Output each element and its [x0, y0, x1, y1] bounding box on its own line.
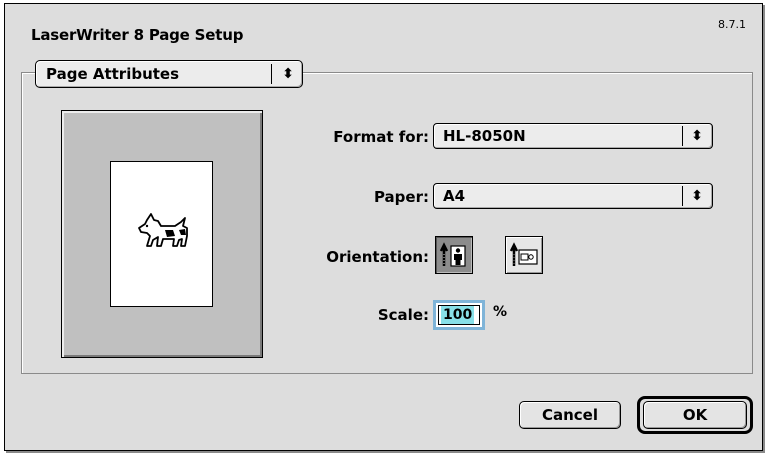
version-label: 8.7.1	[718, 18, 746, 31]
landscape-person-icon	[509, 242, 538, 266]
paper-value: A4	[443, 187, 466, 205]
panel-selector-label: Page Attributes	[46, 65, 180, 83]
preview-paper	[110, 161, 213, 307]
format-for-popup[interactable]: HL-8050N ⬍	[433, 123, 713, 149]
page-setup-dialog: LaserWriter 8 Page Setup 8.7.1 Page Attr…	[4, 3, 763, 451]
format-for-label: Format for:	[333, 128, 429, 146]
up-down-arrows-icon: ⬍	[691, 188, 703, 204]
popup-divider	[682, 126, 683, 146]
scale-input-field[interactable]: 100	[438, 305, 480, 325]
scale-value: 100	[441, 306, 475, 324]
cancel-button[interactable]: Cancel	[519, 401, 621, 429]
orientation-label: Orientation:	[326, 248, 429, 266]
portrait-orientation-button[interactable]	[435, 236, 473, 274]
scale-unit-label: %	[493, 304, 508, 320]
up-down-arrows-icon: ⬍	[282, 66, 294, 82]
landscape-orientation-button[interactable]	[505, 236, 543, 274]
up-down-arrows-icon: ⬍	[691, 128, 703, 144]
scale-label: Scale:	[377, 306, 429, 324]
ok-button[interactable]: OK	[643, 401, 747, 429]
paper-popup[interactable]: A4 ⬍	[433, 183, 713, 209]
format-for-value: HL-8050N	[443, 127, 526, 145]
panel-selector-popup[interactable]: Page Attributes ⬍	[35, 60, 303, 88]
dogcow-icon	[138, 213, 188, 247]
scale-input[interactable]: 100	[433, 300, 485, 330]
portrait-person-icon	[439, 242, 466, 267]
paper-label: Paper:	[373, 188, 429, 206]
dialog-title: LaserWriter 8 Page Setup	[31, 26, 244, 44]
popup-divider	[271, 64, 272, 84]
page-preview	[61, 110, 263, 358]
popup-divider	[682, 186, 683, 206]
